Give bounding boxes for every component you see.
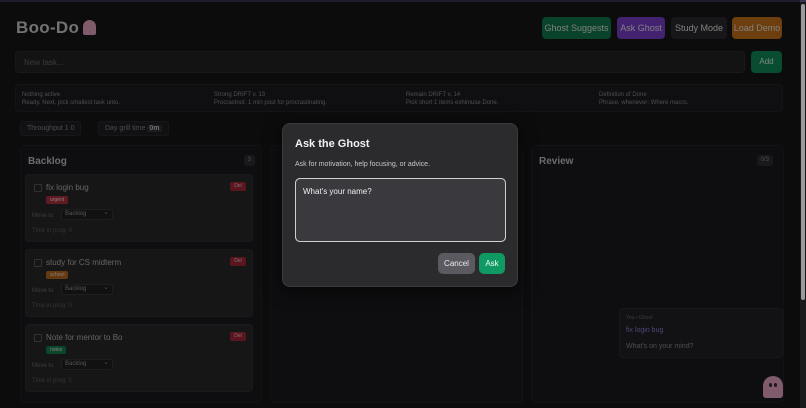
ask-ghost-modal: Ask the Ghost Ask for motivation, help f… bbox=[282, 123, 518, 287]
page-scrollbar[interactable] bbox=[800, 2, 806, 408]
ghost-question-input[interactable]: What's your name? bbox=[295, 178, 506, 242]
modal-title: Ask the Ghost bbox=[295, 138, 370, 150]
scrollbar-thumb[interactable] bbox=[801, 4, 805, 300]
modal-description: Ask for motivation, help focusing, or ad… bbox=[295, 161, 431, 168]
cancel-button[interactable]: Cancel bbox=[438, 253, 475, 274]
ask-button[interactable]: Ask bbox=[479, 253, 505, 274]
